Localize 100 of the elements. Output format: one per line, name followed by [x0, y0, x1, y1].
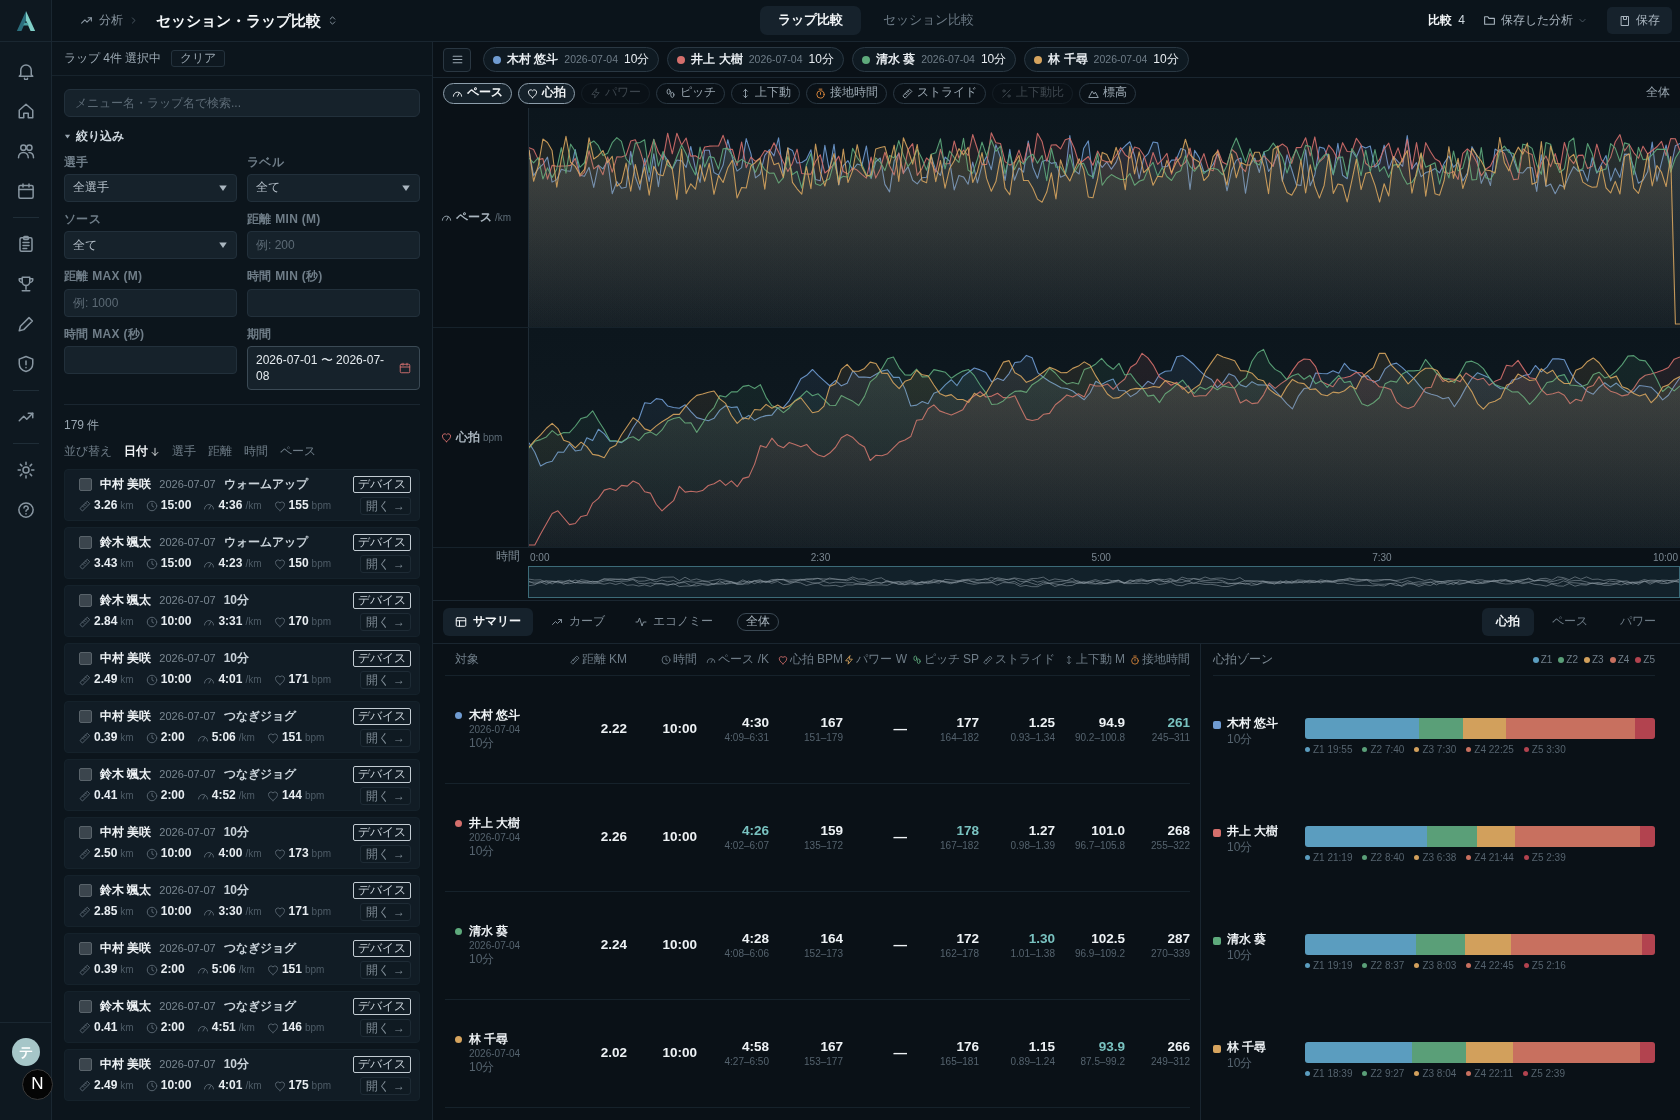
sort-option[interactable]: 選手: [172, 443, 196, 460]
checkbox[interactable]: [79, 709, 92, 723]
athlete-chip[interactable]: 井上 大樹 2026-07-04 10分: [667, 47, 844, 72]
up-down-chevron-icon[interactable]: [327, 15, 338, 26]
checkbox[interactable]: [79, 883, 92, 897]
field-label: 時間 MIN (秒): [247, 269, 324, 284]
trophy-icon[interactable]: [16, 275, 35, 293]
save-button[interactable]: 保存: [1607, 6, 1672, 35]
input-field[interactable]: [247, 288, 420, 317]
pace-reading: 4:01 /km: [218, 672, 262, 688]
people-icon[interactable]: [16, 142, 35, 160]
heart-rate-reading: 173 bpm: [288, 846, 332, 862]
sort-option[interactable]: 日付: [124, 443, 160, 460]
clear-button[interactable]: クリア: [171, 49, 226, 68]
menu-button[interactable]: [443, 47, 471, 72]
open-button[interactable]: 開く →: [359, 670, 411, 689]
date-range-field[interactable]: 2026-07-01 〜 2026-07-08: [247, 346, 420, 391]
checkbox[interactable]: [79, 535, 92, 549]
dev-tools-badge[interactable]: N: [22, 1069, 53, 1100]
lap-list-item[interactable]: 鈴木 颯太 2026-07-07 ウォームアップ デバイス 3.43 km 15:00 4:23 /km 150 bpm 開く →: [64, 527, 420, 580]
lap-date: 2026-07-04: [469, 831, 521, 845]
duration-reading: 10:00: [160, 846, 192, 862]
distance-reading: 2.85 km: [94, 904, 134, 920]
view-tab[interactable]: カーブ: [539, 608, 617, 636]
metric-range: 151–179: [804, 731, 843, 745]
lap-list-item[interactable]: 中村 美咲 2026-07-07 10分 デバイス 2.49 km 10:00 4:01 /km 175 bpm 開く →: [64, 1049, 420, 1102]
time-range-selector[interactable]: [528, 566, 1680, 598]
athlete-name: 中村 美咲: [100, 824, 152, 841]
open-button[interactable]: 開く →: [359, 844, 411, 863]
metric-toggle[interactable]: ペース: [443, 82, 512, 104]
search-field[interactable]: メニュー名・ラップ名で検索...: [64, 89, 420, 117]
ruler-icon: [79, 615, 91, 628]
calendar-icon[interactable]: [16, 182, 35, 200]
open-button[interactable]: 開く →: [359, 1018, 411, 1037]
metric-range: 152–173: [804, 947, 843, 961]
filter-toggle[interactable]: 絞り込み: [64, 129, 124, 145]
home-icon[interactable]: [16, 102, 35, 120]
lap-list-item[interactable]: 鈴木 颯太 2026-07-07 10分 デバイス 2.84 km 10:00 3:31 /km 170 bpm 開く →: [64, 585, 420, 638]
sort-option[interactable]: 時間: [244, 443, 268, 460]
checkbox[interactable]: [79, 1057, 92, 1071]
zone-dot: [1466, 747, 1472, 752]
metric-tab[interactable]: パワー: [1606, 608, 1670, 636]
open-button[interactable]: 開く →: [359, 554, 411, 573]
metric-value: 4:28: [741, 930, 769, 948]
view-tab[interactable]: エコノミー: [623, 608, 725, 636]
open-button[interactable]: 開く →: [359, 496, 411, 515]
footprints-icon: [665, 87, 676, 99]
select-field[interactable]: 全て: [247, 174, 420, 202]
open-button[interactable]: 開く →: [359, 1076, 411, 1095]
checkbox[interactable]: [79, 477, 92, 491]
breadcrumb-link[interactable]: 分析: [99, 12, 123, 29]
sort-option[interactable]: 距離: [208, 443, 232, 460]
open-button[interactable]: 開く →: [359, 612, 411, 631]
chart-axis-label: ペース /km: [456, 209, 512, 226]
zone-dot: [1466, 855, 1472, 860]
checkbox[interactable]: [79, 593, 92, 607]
logo-icon[interactable]: [14, 9, 37, 32]
checkbox[interactable]: [79, 941, 92, 955]
input-field[interactable]: 例: 200: [247, 231, 420, 260]
heart-icon: [273, 499, 286, 512]
shield-icon[interactable]: [16, 355, 35, 373]
field-label: 距離 MIN (M): [247, 212, 322, 227]
select-field[interactable]: 全選手: [64, 174, 237, 202]
metric-tab[interactable]: ペース: [1538, 608, 1602, 636]
help-icon[interactable]: [16, 501, 35, 519]
ruler-icon: [569, 654, 580, 665]
input-field[interactable]: [64, 346, 237, 375]
metric-toggle[interactable]: 心拍: [518, 82, 575, 104]
pencil-icon[interactable]: [16, 315, 35, 333]
select-field[interactable]: 全て: [64, 231, 237, 260]
bell-icon[interactable]: [16, 62, 35, 80]
open-button[interactable]: 開く →: [359, 786, 411, 805]
clipboard-icon[interactable]: [16, 235, 35, 253]
view-tab[interactable]: サマリー: [443, 608, 533, 636]
mode-tab[interactable]: ラップ比較: [760, 6, 861, 35]
checkbox[interactable]: [79, 825, 92, 839]
input-field[interactable]: 例: 1000: [64, 288, 237, 317]
lap-list-item[interactable]: 中村 美咲 2026-07-07 10分 デバイス 2.50 km 10:00 4:00 /km 173 bpm 開く →: [64, 817, 420, 870]
athlete-chip[interactable]: 清水 葵 2026-07-04 10分: [851, 47, 1017, 72]
saved-analyses-button[interactable]: 保存した分析: [1479, 8, 1591, 33]
athlete-chip[interactable]: 木村 悠斗 2026-07-04 10分: [483, 47, 660, 72]
open-button[interactable]: 開く →: [359, 728, 411, 747]
lap-list-item[interactable]: 中村 美咲 2026-07-07 10分 デバイス 2.49 km 10:00 4:01 /km 171 bpm 開く →: [64, 643, 420, 696]
zone-dot: [1523, 855, 1529, 860]
athlete-chip[interactable]: 林 千尋 2026-07-04 10分: [1024, 47, 1189, 72]
checkbox[interactable]: [79, 999, 92, 1013]
checkbox[interactable]: [79, 767, 92, 781]
mode-tab[interactable]: セッション比較: [865, 6, 992, 35]
open-button[interactable]: 開く →: [359, 902, 411, 921]
open-button[interactable]: 開く →: [359, 960, 411, 979]
sun-icon[interactable]: [16, 461, 35, 479]
lap-list-item[interactable]: 鈴木 颯太 2026-07-07 10分 デバイス 2.85 km 10:00 3:30 /km 171 bpm 開く →: [64, 875, 420, 928]
pace-reading: 4:36 /km: [218, 498, 262, 514]
metric-tab[interactable]: 心拍: [1482, 608, 1534, 636]
athlete-name: 鈴木 颯太: [100, 998, 152, 1015]
metric-range: 0.98–1.39: [1010, 839, 1055, 853]
lap-list-item[interactable]: 中村 美咲 2026-07-07 ウォームアップ デバイス 3.26 km 15:00 4:36 /km 155 bpm 開く →: [64, 469, 420, 522]
checkbox[interactable]: [79, 651, 92, 665]
source-tag: デバイス: [353, 1055, 411, 1073]
sort-option[interactable]: ペース: [280, 443, 316, 460]
